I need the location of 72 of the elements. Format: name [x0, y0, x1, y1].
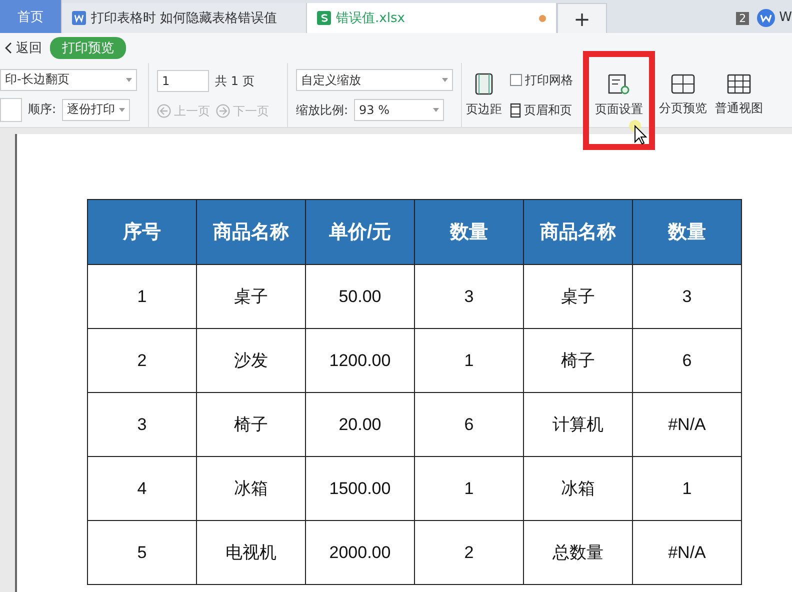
table-cell: 1 — [632, 456, 742, 520]
zoom-label: 缩放比例: — [296, 102, 348, 118]
caret-icon — [126, 78, 132, 82]
table-cell: 冰箱 — [524, 456, 632, 520]
window-count[interactable]: 2 — [736, 12, 750, 25]
table-cell: 冰箱 — [196, 456, 306, 520]
header-cell: 序号 — [88, 200, 196, 264]
caret-icon — [442, 78, 448, 82]
table-cell: 1 — [88, 264, 196, 328]
gridlines-checkbox[interactable]: 打印网格 — [510, 72, 573, 88]
table-cell: 3 — [632, 264, 742, 328]
table-cell: 6 — [632, 328, 742, 392]
table-cell: 1200.00 — [306, 328, 414, 392]
account-icon[interactable] — [757, 9, 776, 27]
caret-icon — [433, 108, 440, 112]
order-label: 顺序: — [28, 101, 56, 118]
table-cell: 3 — [88, 392, 196, 456]
table-cell: 2000.00 — [306, 520, 414, 584]
back-icon — [4, 42, 12, 54]
header-cell: 数量 — [414, 200, 524, 264]
header-cell: 商品名称 — [196, 200, 306, 264]
account-name[interactable]: W — [779, 10, 792, 25]
table-cell: 计算机 — [524, 392, 632, 456]
document-icon — [72, 11, 86, 25]
table-cell: 椅子 — [196, 392, 306, 456]
back-button[interactable]: 返回 — [4, 39, 42, 57]
table-cell: 5 — [88, 520, 196, 584]
print-mode-select[interactable]: 印-长边翻页 — [0, 68, 137, 90]
grid-icon — [727, 74, 751, 94]
page-break-preview-button[interactable]: 分页预览 — [655, 74, 711, 116]
table-cell: 椅子 — [524, 328, 632, 392]
table-cell: 1500.00 — [306, 456, 414, 520]
order-select[interactable]: 逐份打印 — [62, 98, 130, 120]
page-field[interactable]: 1 — [157, 70, 209, 92]
settings-document-icon — [607, 72, 631, 94]
normal-view-button[interactable]: 普通视图 — [711, 74, 767, 116]
margins-button[interactable]: 页边距 — [462, 63, 506, 127]
table-cell: #N/A — [632, 520, 742, 584]
zoom-select[interactable]: 自定义缩放 — [296, 69, 453, 91]
table-cell: 桌子 — [196, 264, 306, 328]
caret-icon — [119, 108, 126, 112]
table-cell: 沙发 — [196, 328, 306, 392]
table-cell: 3 — [414, 264, 524, 328]
zoom-field[interactable]: 93 % — [354, 99, 444, 121]
table-cell: 50.00 — [306, 264, 414, 328]
table-cell: 2 — [414, 520, 524, 584]
header-cell: 数量 — [632, 200, 742, 264]
page-icon — [475, 72, 493, 94]
page-total: 共 1 页 — [215, 72, 254, 90]
page-icon — [510, 102, 521, 118]
page-setup-button[interactable]: 页面设置 — [591, 72, 647, 118]
table-cell: #N/A — [632, 392, 742, 456]
checkbox[interactable] — [510, 74, 522, 86]
spreadsheet-icon — [317, 11, 331, 25]
table-cell: 桌子 — [524, 264, 632, 328]
right-arrow-icon — [216, 104, 230, 118]
left-arrow-icon — [157, 104, 171, 118]
new-tab-button[interactable]: + — [557, 3, 607, 33]
table-cell: 1 — [414, 456, 524, 520]
tab[interactable]: 打印表格时 如何隐藏表格错误值 — [62, 3, 307, 33]
table-cell: 4 — [88, 456, 196, 520]
header-footer-button[interactable]: 页眉和页 — [510, 102, 573, 118]
table-cell: 总数量 — [524, 520, 632, 584]
table-cell: 1 — [414, 328, 524, 392]
table-cell: 20.00 — [306, 392, 414, 456]
split-view-icon — [671, 74, 695, 94]
mode-label: 打印预览 — [50, 37, 126, 59]
table-cell: 2 — [88, 328, 196, 392]
table-cell: 电视机 — [196, 520, 306, 584]
table-cell: 6 — [414, 392, 524, 456]
header-cell: 商品名称 — [524, 200, 632, 264]
header-cell: 单价/元 — [306, 200, 414, 264]
